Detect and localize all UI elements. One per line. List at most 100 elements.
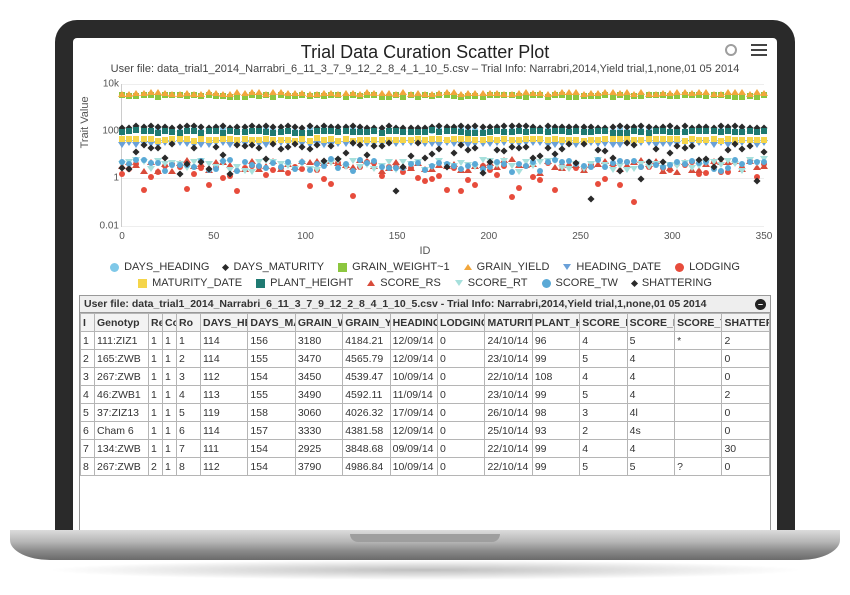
plot-canvas[interactable]: 10k10010.01050100150200250300350 (121, 84, 764, 227)
table-cell[interactable]: 09/09/14 (390, 440, 437, 458)
table-cell[interactable]: 1 (163, 332, 177, 350)
table-cell[interactable]: 0 (438, 404, 485, 422)
table-cell[interactable]: 8 (177, 458, 201, 476)
table-cell[interactable] (675, 386, 722, 404)
table-cell[interactable]: 98 (532, 404, 579, 422)
table-cell[interactable]: 24/10/14 (485, 332, 532, 350)
legend-item[interactable]: SHATTERING (632, 277, 712, 289)
table-cell[interactable] (675, 404, 722, 422)
table-cell[interactable]: 1 (149, 404, 163, 422)
table-cell[interactable]: 12/09/14 (390, 332, 437, 350)
column-header[interactable]: DAYS_HEA (201, 314, 248, 332)
table-cell[interactable]: 99 (532, 386, 579, 404)
table-cell[interactable]: 5 (580, 350, 627, 368)
legend-item[interactable]: HEADING_DATE (563, 261, 661, 273)
table-cell[interactable]: 114 (201, 422, 248, 440)
legend-item[interactable]: GRAIN_WEIGHT~1 (338, 261, 450, 273)
data-table[interactable]: IGenotypReplicCoRoDAYS_HEADAYS_MAGRAIN_W… (80, 313, 770, 476)
table-cell[interactable]: 1 (163, 350, 177, 368)
table-cell[interactable]: 3180 (295, 332, 342, 350)
table-cell[interactable]: ? (675, 458, 722, 476)
table-cell[interactable]: 3790 (295, 458, 342, 476)
table-cell[interactable]: 154 (248, 368, 295, 386)
table-cell[interactable] (675, 368, 722, 386)
table-cell[interactable]: 2 (722, 386, 770, 404)
table-cell[interactable]: 5 (177, 404, 201, 422)
table-cell[interactable]: 4381.58 (343, 422, 390, 440)
table-cell[interactable]: 23/10/14 (485, 350, 532, 368)
table-cell[interactable]: 3848.68 (343, 440, 390, 458)
table-cell[interactable]: 1 (163, 404, 177, 422)
legend-item[interactable]: SCORE_RT (455, 277, 528, 289)
table-cell[interactable] (675, 422, 722, 440)
column-header[interactable]: Genotyp (95, 314, 149, 332)
column-header[interactable]: LODGING (438, 314, 485, 332)
table-cell[interactable]: 0 (438, 350, 485, 368)
table-cell[interactable]: 4 (627, 386, 674, 404)
table-cell[interactable]: 2 (81, 350, 95, 368)
table-cell[interactable]: 2 (580, 422, 627, 440)
table-cell[interactable]: 96 (532, 332, 579, 350)
table-cell[interactable]: 4 (580, 368, 627, 386)
table-cell[interactable]: 1 (163, 386, 177, 404)
table-cell[interactable]: 3060 (295, 404, 342, 422)
table-cell[interactable]: 1 (177, 332, 201, 350)
table-row[interactable]: 446:ZWB111411315534904592.1111/09/14023/… (81, 386, 770, 404)
column-header[interactable]: SCORE_TW (675, 314, 722, 332)
table-cell[interactable]: 46:ZWB1 (95, 386, 149, 404)
table-cell[interactable]: 6 (81, 422, 95, 440)
column-header[interactable]: Replic (149, 314, 163, 332)
table-cell[interactable]: 3470 (295, 350, 342, 368)
table-cell[interactable]: 0 (438, 332, 485, 350)
table-cell[interactable]: 267:ZWB (95, 368, 149, 386)
table-cell[interactable]: 1 (163, 458, 177, 476)
column-header[interactable]: SHATTERI (722, 314, 770, 332)
table-cell[interactable]: 26/10/14 (485, 404, 532, 422)
table-cell[interactable]: 111:ZIZ1 (95, 332, 149, 350)
table-cell[interactable]: 3450 (295, 368, 342, 386)
table-cell[interactable]: 0 (438, 458, 485, 476)
legend-item[interactable]: DAYS_HEADING (110, 261, 209, 273)
table-cell[interactable]: 1 (149, 386, 163, 404)
table-cell[interactable]: 11/09/14 (390, 386, 437, 404)
table-row[interactable]: 537:ZIZ1311511915830604026.3217/09/14026… (81, 404, 770, 422)
table-cell[interactable]: 3 (177, 368, 201, 386)
scatter-chart[interactable]: Trait Value 10k10010.0105010015020025030… (81, 79, 769, 249)
table-cell[interactable]: 4 (627, 440, 674, 458)
column-header[interactable]: PLANT_HE (532, 314, 579, 332)
table-cell[interactable]: 108 (532, 368, 579, 386)
table-cell[interactable] (675, 440, 722, 458)
table-cell[interactable]: 155 (248, 350, 295, 368)
table-cell[interactable]: 5 (81, 404, 95, 422)
table-cell[interactable]: 1 (149, 440, 163, 458)
table-cell[interactable]: 3 (580, 404, 627, 422)
table-cell[interactable]: 3490 (295, 386, 342, 404)
table-cell[interactable]: 0 (722, 422, 770, 440)
table-cell[interactable]: 4 (627, 350, 674, 368)
table-cell[interactable]: 1 (149, 350, 163, 368)
table-cell[interactable]: 7 (177, 440, 201, 458)
table-row[interactable]: 2165:ZWB11211415534704565.7912/09/14023/… (81, 350, 770, 368)
table-cell[interactable]: 5 (627, 332, 674, 350)
table-cell[interactable]: 1 (149, 422, 163, 440)
table-cell[interactable]: 22/10/14 (485, 458, 532, 476)
table-cell[interactable]: 37:ZIZ13 (95, 404, 149, 422)
table-cell[interactable]: 1 (149, 332, 163, 350)
table-cell[interactable]: 30 (722, 440, 770, 458)
table-cell[interactable]: 4 (177, 386, 201, 404)
table-row[interactable]: 3267:ZWB11311215434504539.4710/09/14022/… (81, 368, 770, 386)
table-cell[interactable]: 158 (248, 404, 295, 422)
hamburger-menu-icon[interactable] (751, 44, 767, 56)
table-cell[interactable]: 12/09/14 (390, 350, 437, 368)
table-cell[interactable]: 10/09/14 (390, 458, 437, 476)
table-cell[interactable]: 1 (149, 368, 163, 386)
table-row[interactable]: 7134:ZWB11711115429253848.6809/09/14022/… (81, 440, 770, 458)
table-cell[interactable]: 0 (722, 458, 770, 476)
legend-item[interactable]: SCORE_RS (367, 277, 441, 289)
column-header[interactable]: GRAIN_YI (343, 314, 390, 332)
column-header[interactable]: GRAIN_W (295, 314, 342, 332)
table-row[interactable]: 6Cham 611611415733304381.5812/09/14025/1… (81, 422, 770, 440)
table-cell[interactable]: 0 (722, 350, 770, 368)
table-cell[interactable]: 4539.47 (343, 368, 390, 386)
table-cell[interactable]: 134:ZWB (95, 440, 149, 458)
